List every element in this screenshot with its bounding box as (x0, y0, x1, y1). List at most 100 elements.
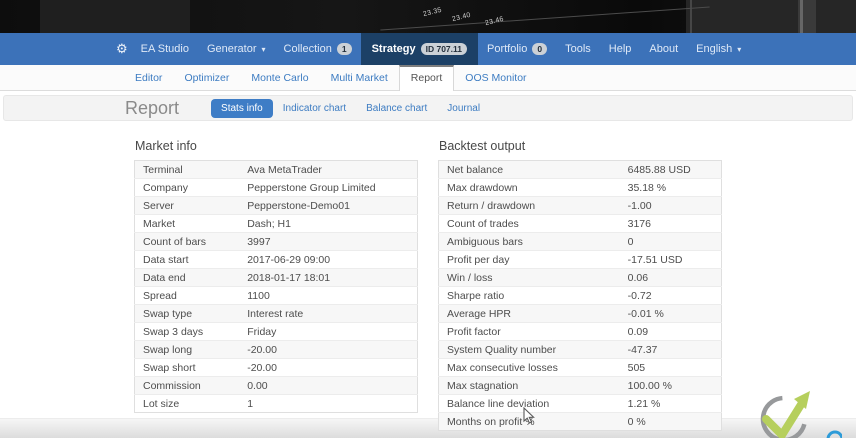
nav-tools[interactable]: Tools (556, 33, 600, 65)
table-row: Commission 0.00 (134, 376, 418, 395)
navbar-items: ⚙ EA Studio Generator ▾ Collection 1 Strat… (0, 33, 687, 65)
table-row: Data end 2018-01-17 18:01 (134, 268, 418, 287)
video-streak (800, 0, 803, 33)
table-row: Max consecutive losses 505 (438, 358, 722, 377)
table-row: Server Pepperstone-Demo01 (134, 196, 418, 215)
market-info-title: Market info (135, 139, 197, 153)
nav-generator[interactable]: Generator ▾ (198, 33, 275, 65)
nav-collection[interactable]: Collection 1 (275, 33, 361, 65)
table-row: Average HPR -0.01 % (438, 304, 722, 323)
mouse-cursor (523, 406, 537, 430)
pill-stats-info[interactable]: Stats info (211, 98, 273, 118)
stat-value: -1.00 (619, 196, 722, 215)
table-row: System Quality number -47.37 (438, 340, 722, 359)
stat-label: Swap short (134, 358, 240, 377)
nav-ea-studio[interactable]: EA Studio (132, 33, 198, 65)
table-row: Balance line deviation 1.21 % (438, 394, 722, 413)
stat-label: Swap type (134, 304, 240, 323)
table-row: Sharpe ratio -0.72 (438, 286, 722, 305)
stat-value: 0 (619, 232, 722, 251)
pill-indicator-chart[interactable]: Indicator chart (273, 99, 356, 118)
stat-label: Commission (134, 376, 240, 395)
stat-label: Server (134, 196, 240, 215)
market-info-panel: Market info Terminal Ava MetaTrader Compan… (134, 139, 418, 431)
stat-value: 3997 (239, 232, 418, 251)
stat-label: Count of trades (438, 214, 620, 233)
stat-label: Profit per day (438, 250, 620, 269)
stat-value: -20.00 (239, 340, 418, 359)
table-row: Net balance 6485.88 USD (438, 160, 722, 179)
table-row: Swap type Interest rate (134, 304, 418, 323)
stat-value: 2018-01-17 18:01 (239, 268, 418, 287)
stat-label: Lot size (134, 394, 240, 413)
stat-value: Pepperstone-Demo01 (239, 196, 418, 215)
language-selector[interactable]: English ▾ (687, 33, 750, 65)
nav-about[interactable]: About (640, 33, 687, 65)
stat-value: 100.00 % (619, 376, 722, 395)
pill-journal[interactable]: Journal (437, 99, 490, 118)
tab-multi-market[interactable]: Multi Market (320, 66, 399, 90)
stat-label: Terminal (143, 163, 183, 176)
stat-label: System Quality number (438, 340, 620, 359)
stat-value: Dash; H1 (239, 214, 418, 233)
tab-optimizer[interactable]: Optimizer (173, 66, 240, 90)
market-info-table: Terminal Ava MetaTrader Company Pepperstone… (134, 160, 418, 413)
stat-value: 0 % (619, 412, 722, 431)
nav-collection-label: Collection (283, 43, 332, 55)
portfolio-count-badge: 0 (532, 43, 548, 55)
settings-gear-icon[interactable]: ⚙ (116, 33, 132, 65)
stat-value: 505 (619, 358, 722, 377)
stat-label: Max consecutive losses (438, 358, 620, 377)
stat-value: -17.51 USD (619, 250, 722, 269)
table-row: Market Dash; H1 (134, 214, 418, 233)
table-row: Company Pepperstone Group Limited (134, 178, 418, 197)
nav-generator-label: Generator (206, 43, 257, 55)
stat-label: Ambiguous bars (438, 232, 620, 251)
nav-strategy[interactable]: Strategy ID 707.11 (360, 33, 478, 65)
table-row: Data start 2017-06-29 09:00 (134, 250, 418, 269)
stat-label: Swap 3 days (134, 322, 240, 341)
chart-time-label: 23.46 (484, 15, 505, 28)
table-row: Ambiguous bars 0 (438, 232, 722, 251)
chart-time-label: 23.40 (451, 11, 472, 24)
nav-portfolio[interactable]: Portfolio 0 (478, 33, 556, 65)
video-dark-block (40, 0, 190, 33)
stat-value: 6485.88 USD (627, 163, 691, 176)
page-title: Report (125, 97, 180, 118)
nav-strategy-label: Strategy (371, 43, 416, 55)
tab-editor[interactable]: Editor (124, 66, 173, 90)
stat-label: Return / drawdown (438, 196, 620, 215)
tab-oos-monitor[interactable]: OOS Monitor (454, 66, 537, 90)
stat-value: 0.00 (239, 376, 418, 395)
table-row: Count of bars 3997 (134, 232, 418, 251)
collection-count-badge: 1 (336, 43, 352, 55)
stat-value: Pepperstone Group Limited (239, 178, 418, 197)
chevron-down-icon: ▾ (737, 44, 742, 54)
main-navbar: ⚙ EA Studio Generator ▾ Collection 1 Strat… (0, 33, 856, 65)
stat-value: 1100 (239, 286, 418, 305)
stat-label: Count of bars (134, 232, 240, 251)
nav-help-label: Help (608, 43, 632, 55)
stat-label: Max stagnation (438, 376, 620, 395)
stat-label: Data start (134, 250, 240, 269)
table-row: Terminal Ava MetaTrader (134, 160, 418, 179)
video-streak (690, 0, 692, 33)
pill-balance-chart[interactable]: Balance chart (356, 99, 437, 118)
nav-help[interactable]: Help (600, 33, 641, 65)
stat-value: Ava MetaTrader (247, 163, 322, 176)
strategy-id-badge: ID 707.11 (420, 43, 467, 55)
stat-label: Data end (134, 268, 240, 287)
stat-label: Profit factor (438, 322, 620, 341)
forex-software-logo (742, 385, 844, 438)
stat-label: Sharpe ratio (438, 286, 620, 305)
nav-ea-studio-label: EA Studio (140, 43, 189, 55)
tab-report[interactable]: Report (398, 65, 455, 91)
table-row: Swap long -20.00 (134, 340, 418, 359)
table-row: Max drawdown 35.18 % (438, 178, 722, 197)
tab-monte-carlo[interactable]: Monte Carlo (240, 66, 319, 90)
nav-about-label: About (649, 43, 679, 55)
stat-value: Friday (239, 322, 418, 341)
backtest-output-panel: Backtest output Net balance 6485.88 USD Ma… (438, 139, 722, 431)
table-row: Max stagnation 100.00 % (438, 376, 722, 395)
language-label: English (696, 43, 733, 55)
